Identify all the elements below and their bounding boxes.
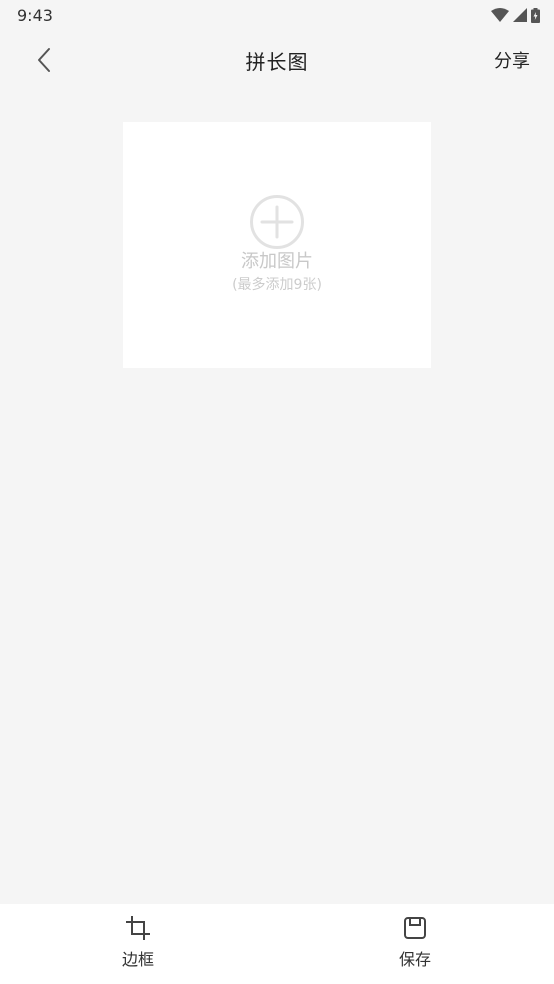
add-image-label: 添加图片 xyxy=(241,251,313,272)
crop-icon xyxy=(126,916,150,940)
share-button[interactable]: 分享 xyxy=(494,47,530,73)
save-label: 保存 xyxy=(398,950,431,969)
add-image-hint: (最多添加9张) xyxy=(232,277,322,293)
save-button[interactable]: 保存 xyxy=(370,904,460,984)
page-title: 拼长图 xyxy=(245,49,309,74)
border-label: 边框 xyxy=(121,950,154,969)
add-image-card[interactable]: 添加图片 (最多添加9张) xyxy=(123,122,431,368)
plus-circle-icon xyxy=(250,195,304,249)
app-bar: 拼长图 分享 xyxy=(0,30,554,90)
chevron-left-icon xyxy=(38,48,50,72)
battery-icon xyxy=(531,7,540,23)
wifi-icon xyxy=(491,8,509,22)
status-icons xyxy=(491,7,540,23)
back-button[interactable] xyxy=(26,42,62,78)
save-icon xyxy=(404,917,426,939)
cellular-signal-icon xyxy=(513,8,527,22)
status-time: 9:43 xyxy=(17,5,53,25)
status-bar: 9:43 xyxy=(0,0,554,30)
screen: 9:43 拼长图 分享 添加图片 (最多添加9张) 边框 保存 xyxy=(0,0,554,984)
border-button[interactable]: 边框 xyxy=(93,904,183,984)
bottom-toolbar: 边框 保存 xyxy=(0,904,554,984)
